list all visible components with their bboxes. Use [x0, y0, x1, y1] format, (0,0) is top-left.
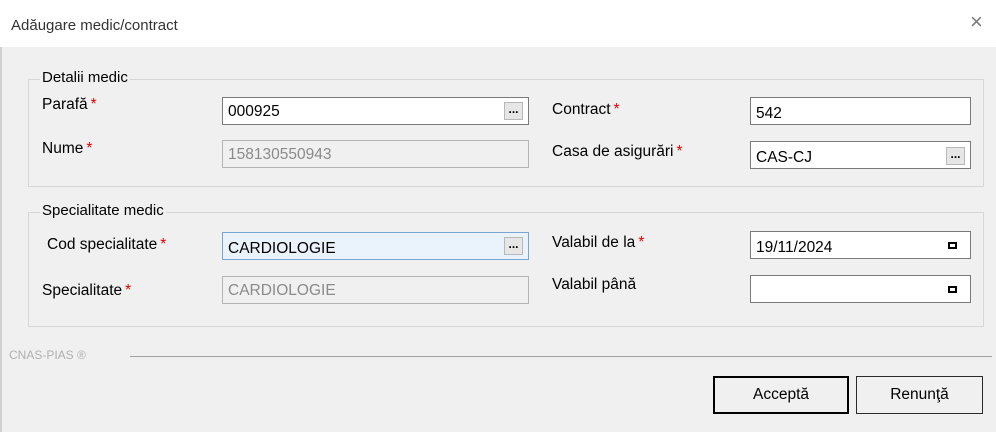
specialitate-medic-legend: Specialitate medic: [40, 202, 166, 219]
cod-specialitate-value: CARDIOLOGIE: [228, 240, 336, 257]
contract-input[interactable]: 542: [750, 97, 971, 125]
window-title: Adăugare medic/contract: [11, 17, 178, 34]
dialog-window: Adăugare medic/contract × Detalii medic …: [0, 0, 996, 432]
parafa-ellipsis-button[interactable]: ...: [504, 102, 523, 120]
valabil-pana-label: Valabil până: [552, 276, 637, 293]
close-icon[interactable]: ×: [970, 11, 983, 33]
nume-label: Nume *: [42, 140, 93, 157]
calendar-icon[interactable]: [948, 286, 957, 293]
footer-divider: [130, 356, 992, 357]
required-mark: *: [90, 96, 97, 113]
required-mark: *: [160, 236, 167, 253]
required-mark: *: [86, 140, 93, 157]
valabil-de-la-label: Valabil de la *: [552, 234, 645, 251]
cancel-button[interactable]: Renunţă: [856, 376, 983, 414]
nume-field: 158130550943: [222, 140, 529, 168]
valabil-pana-input[interactable]: [750, 275, 971, 303]
detalii-medic-legend: Detalii medic: [40, 69, 130, 86]
specialitate-field: CARDIOLOGIE: [222, 276, 529, 304]
required-mark: *: [125, 282, 132, 299]
left-border: [0, 47, 2, 432]
valabil-de-la-input[interactable]: 19/11/2024: [750, 231, 971, 259]
cod-specialitate-label: Cod specialitate *: [47, 236, 167, 253]
casa-asigurari-input[interactable]: CAS-CJ ...: [750, 141, 971, 169]
cod-specialitate-ellipsis-button[interactable]: ...: [504, 237, 523, 255]
parafa-value: 000925: [228, 103, 280, 120]
required-mark: *: [676, 143, 683, 160]
title-bar: Adăugare medic/contract ×: [0, 0, 996, 47]
specialitate-label: Specialitate *: [42, 282, 132, 299]
nume-value: 158130550943: [228, 146, 332, 163]
specialitate-value: CARDIOLOGIE: [228, 282, 336, 299]
required-mark: *: [613, 101, 620, 118]
parafa-label: Parafă *: [42, 96, 97, 113]
required-mark: *: [638, 234, 645, 251]
casa-ellipsis-button[interactable]: ...: [946, 147, 965, 165]
casa-asigurari-value: CAS-CJ: [756, 149, 812, 166]
parafa-input[interactable]: 000925 ...: [222, 97, 529, 125]
contract-value: 542: [756, 105, 782, 122]
specialitate-medic-group: [28, 212, 984, 327]
valabil-de-la-value: 19/11/2024: [756, 239, 833, 256]
cod-specialitate-input[interactable]: CARDIOLOGIE ...: [222, 232, 529, 260]
casa-asigurari-label: Casa de asigurări *: [552, 143, 683, 160]
contract-label: Contract *: [552, 101, 620, 118]
detalii-medic-group: [28, 79, 984, 187]
calendar-icon[interactable]: [948, 242, 957, 249]
accept-button[interactable]: Acceptă: [713, 376, 849, 414]
brand-label: CNAS-PIAS ®: [9, 348, 86, 362]
